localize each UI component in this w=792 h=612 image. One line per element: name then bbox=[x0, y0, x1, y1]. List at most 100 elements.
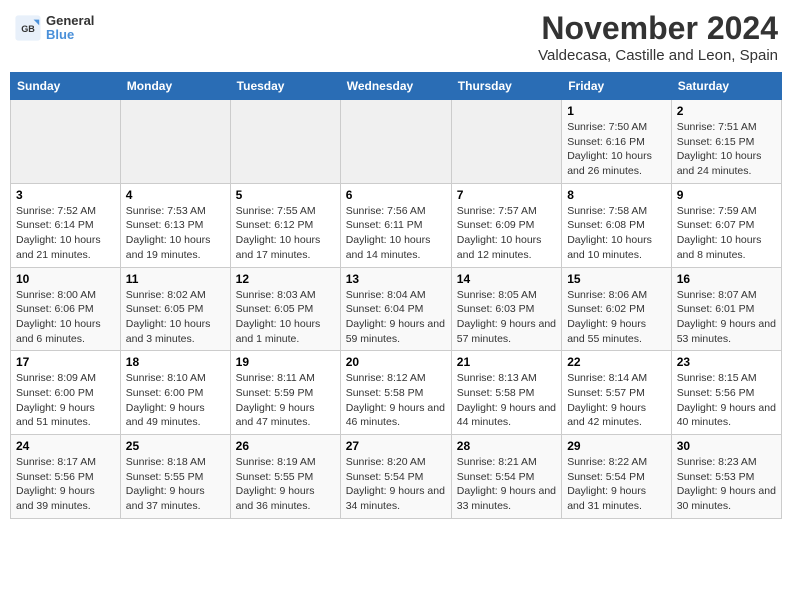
month-title: November 2024 bbox=[538, 10, 778, 47]
day-number: 18 bbox=[126, 355, 225, 369]
day-info: Sunrise: 8:02 AM Sunset: 6:05 PM Dayligh… bbox=[126, 288, 225, 347]
calendar-cell: 28 Sunrise: 8:21 AM Sunset: 5:54 PM Dayli… bbox=[451, 435, 561, 519]
day-info: Sunrise: 8:22 AM Sunset: 5:54 PM Dayligh… bbox=[567, 455, 666, 514]
svg-text:GB: GB bbox=[21, 24, 35, 34]
day-of-week-header: Friday bbox=[562, 73, 672, 100]
day-number: 13 bbox=[346, 272, 446, 286]
calendar-week-row: 3 Sunrise: 7:52 AM Sunset: 6:14 PM Daylig… bbox=[11, 183, 782, 267]
day-number: 11 bbox=[126, 272, 225, 286]
day-info: Sunrise: 8:04 AM Sunset: 6:04 PM Dayligh… bbox=[346, 288, 446, 347]
calendar-cell: 9Sunrise: 7:59 AM Sunset: 6:07 PM Daylig… bbox=[671, 183, 781, 267]
calendar-cell: 23Sunrise: 8:15 AM Sunset: 5:56 PM Dayli… bbox=[671, 351, 781, 435]
day-info: Sunrise: 7:52 AM Sunset: 6:14 PM Dayligh… bbox=[16, 204, 115, 263]
calendar-cell: 4 Sunrise: 7:53 AM Sunset: 6:13 PM Daylig… bbox=[120, 183, 230, 267]
day-number: 12 bbox=[236, 272, 335, 286]
day-info: Sunrise: 8:06 AM Sunset: 6:02 PM Dayligh… bbox=[567, 288, 666, 347]
day-number: 23 bbox=[677, 355, 776, 369]
day-of-week-header: Saturday bbox=[671, 73, 781, 100]
day-info: Sunrise: 8:20 AM Sunset: 5:54 PM Dayligh… bbox=[346, 455, 446, 514]
day-number: 3 bbox=[16, 188, 115, 202]
calendar-week-row: 17 Sunrise: 8:09 AM Sunset: 6:00 PM Dayli… bbox=[11, 351, 782, 435]
day-info: Sunrise: 8:21 AM Sunset: 5:54 PM Dayligh… bbox=[457, 455, 556, 514]
calendar-week-row: 24Sunrise: 8:17 AM Sunset: 5:56 PM Dayli… bbox=[11, 435, 782, 519]
calendar-cell: 10 Sunrise: 8:00 AM Sunset: 6:06 PM Dayli… bbox=[11, 267, 121, 351]
logo-general: General bbox=[46, 13, 94, 28]
calendar-cell: 14 Sunrise: 8:05 AM Sunset: 6:03 PM Dayli… bbox=[451, 267, 561, 351]
logo-blue: Blue bbox=[46, 28, 94, 42]
logo: GB General Blue bbox=[14, 14, 94, 43]
day-number: 2 bbox=[677, 104, 776, 118]
day-of-week-header: Tuesday bbox=[230, 73, 340, 100]
day-number: 10 bbox=[16, 272, 115, 286]
day-info: Sunrise: 7:59 AM Sunset: 6:07 PM Dayligh… bbox=[677, 204, 776, 263]
day-number: 20 bbox=[346, 355, 446, 369]
day-number: 19 bbox=[236, 355, 335, 369]
day-info: Sunrise: 7:55 AM Sunset: 6:12 PM Dayligh… bbox=[236, 204, 335, 263]
day-number: 14 bbox=[457, 272, 556, 286]
calendar-cell: 22 Sunrise: 8:14 AM Sunset: 5:57 PM Dayli… bbox=[562, 351, 672, 435]
day-info: Sunrise: 8:13 AM Sunset: 5:58 PM Dayligh… bbox=[457, 371, 556, 430]
day-number: 1 bbox=[567, 104, 666, 118]
calendar-cell bbox=[451, 100, 561, 184]
day-info: Sunrise: 8:07 AM Sunset: 6:01 PM Dayligh… bbox=[677, 288, 776, 347]
day-info: Sunrise: 8:00 AM Sunset: 6:06 PM Dayligh… bbox=[16, 288, 115, 347]
calendar-cell: 15 Sunrise: 8:06 AM Sunset: 6:02 PM Dayli… bbox=[562, 267, 672, 351]
day-info: Sunrise: 8:10 AM Sunset: 6:00 PM Dayligh… bbox=[126, 371, 225, 430]
subtitle: Valdecasa, Castille and Leon, Spain bbox=[538, 47, 778, 64]
calendar-cell: 13 Sunrise: 8:04 AM Sunset: 6:04 PM Dayli… bbox=[340, 267, 451, 351]
header: GB General Blue November 2024 Valdecasa,… bbox=[10, 10, 782, 64]
day-number: 28 bbox=[457, 439, 556, 453]
calendar-week-row: 10 Sunrise: 8:00 AM Sunset: 6:06 PM Dayli… bbox=[11, 267, 782, 351]
calendar-cell bbox=[230, 100, 340, 184]
day-info: Sunrise: 8:03 AM Sunset: 6:05 PM Dayligh… bbox=[236, 288, 335, 347]
calendar-cell: 1 Sunrise: 7:50 AM Sunset: 6:16 PM Daylig… bbox=[562, 100, 672, 184]
calendar-cell: 16 Sunrise: 8:07 AM Sunset: 6:01 PM Dayli… bbox=[671, 267, 781, 351]
day-number: 17 bbox=[16, 355, 115, 369]
calendar-cell: 6 Sunrise: 7:56 AM Sunset: 6:11 PM Daylig… bbox=[340, 183, 451, 267]
day-number: 22 bbox=[567, 355, 666, 369]
day-of-week-header: Wednesday bbox=[340, 73, 451, 100]
calendar-week-row: 1 Sunrise: 7:50 AM Sunset: 6:16 PM Daylig… bbox=[11, 100, 782, 184]
calendar-cell: 29 Sunrise: 8:22 AM Sunset: 5:54 PM Dayli… bbox=[562, 435, 672, 519]
calendar-header-row: SundayMondayTuesdayWednesdayThursdayFrid… bbox=[11, 73, 782, 100]
day-number: 26 bbox=[236, 439, 335, 453]
calendar-cell bbox=[120, 100, 230, 184]
calendar-cell: 19Sunrise: 8:11 AM Sunset: 5:59 PM Dayli… bbox=[230, 351, 340, 435]
calendar-cell: 21 Sunrise: 8:13 AM Sunset: 5:58 PM Dayli… bbox=[451, 351, 561, 435]
day-info: Sunrise: 8:19 AM Sunset: 5:55 PM Dayligh… bbox=[236, 455, 335, 514]
day-number: 8 bbox=[567, 188, 666, 202]
day-number: 24 bbox=[16, 439, 115, 453]
day-info: Sunrise: 8:14 AM Sunset: 5:57 PM Dayligh… bbox=[567, 371, 666, 430]
calendar-cell: 18 Sunrise: 8:10 AM Sunset: 6:00 PM Dayli… bbox=[120, 351, 230, 435]
day-number: 25 bbox=[126, 439, 225, 453]
calendar-cell: 11 Sunrise: 8:02 AM Sunset: 6:05 PM Dayli… bbox=[120, 267, 230, 351]
calendar-cell bbox=[340, 100, 451, 184]
day-number: 15 bbox=[567, 272, 666, 286]
day-info: Sunrise: 7:53 AM Sunset: 6:13 PM Dayligh… bbox=[126, 204, 225, 263]
calendar-cell bbox=[11, 100, 121, 184]
day-info: Sunrise: 8:12 AM Sunset: 5:58 PM Dayligh… bbox=[346, 371, 446, 430]
day-number: 4 bbox=[126, 188, 225, 202]
day-number: 29 bbox=[567, 439, 666, 453]
day-number: 16 bbox=[677, 272, 776, 286]
day-info: Sunrise: 8:09 AM Sunset: 6:00 PM Dayligh… bbox=[16, 371, 115, 430]
day-number: 6 bbox=[346, 188, 446, 202]
calendar-cell: 8Sunrise: 7:58 AM Sunset: 6:08 PM Daylig… bbox=[562, 183, 672, 267]
calendar-cell: 26 Sunrise: 8:19 AM Sunset: 5:55 PM Dayli… bbox=[230, 435, 340, 519]
day-number: 21 bbox=[457, 355, 556, 369]
day-of-week-header: Sunday bbox=[11, 73, 121, 100]
day-info: Sunrise: 7:50 AM Sunset: 6:16 PM Dayligh… bbox=[567, 120, 666, 179]
title-area: November 2024 Valdecasa, Castille and Le… bbox=[538, 10, 778, 64]
calendar-cell: 2Sunrise: 7:51 AM Sunset: 6:15 PM Daylig… bbox=[671, 100, 781, 184]
logo-icon: GB bbox=[14, 14, 42, 42]
day-info: Sunrise: 7:56 AM Sunset: 6:11 PM Dayligh… bbox=[346, 204, 446, 263]
calendar-cell: 17 Sunrise: 8:09 AM Sunset: 6:00 PM Dayli… bbox=[11, 351, 121, 435]
day-info: Sunrise: 8:18 AM Sunset: 5:55 PM Dayligh… bbox=[126, 455, 225, 514]
day-info: Sunrise: 8:05 AM Sunset: 6:03 PM Dayligh… bbox=[457, 288, 556, 347]
day-number: 30 bbox=[677, 439, 776, 453]
calendar-cell: 27Sunrise: 8:20 AM Sunset: 5:54 PM Dayli… bbox=[340, 435, 451, 519]
day-info: Sunrise: 8:23 AM Sunset: 5:53 PM Dayligh… bbox=[677, 455, 776, 514]
calendar-cell: 7Sunrise: 7:57 AM Sunset: 6:09 PM Daylig… bbox=[451, 183, 561, 267]
calendar-cell: 20 Sunrise: 8:12 AM Sunset: 5:58 PM Dayli… bbox=[340, 351, 451, 435]
day-number: 7 bbox=[457, 188, 556, 202]
